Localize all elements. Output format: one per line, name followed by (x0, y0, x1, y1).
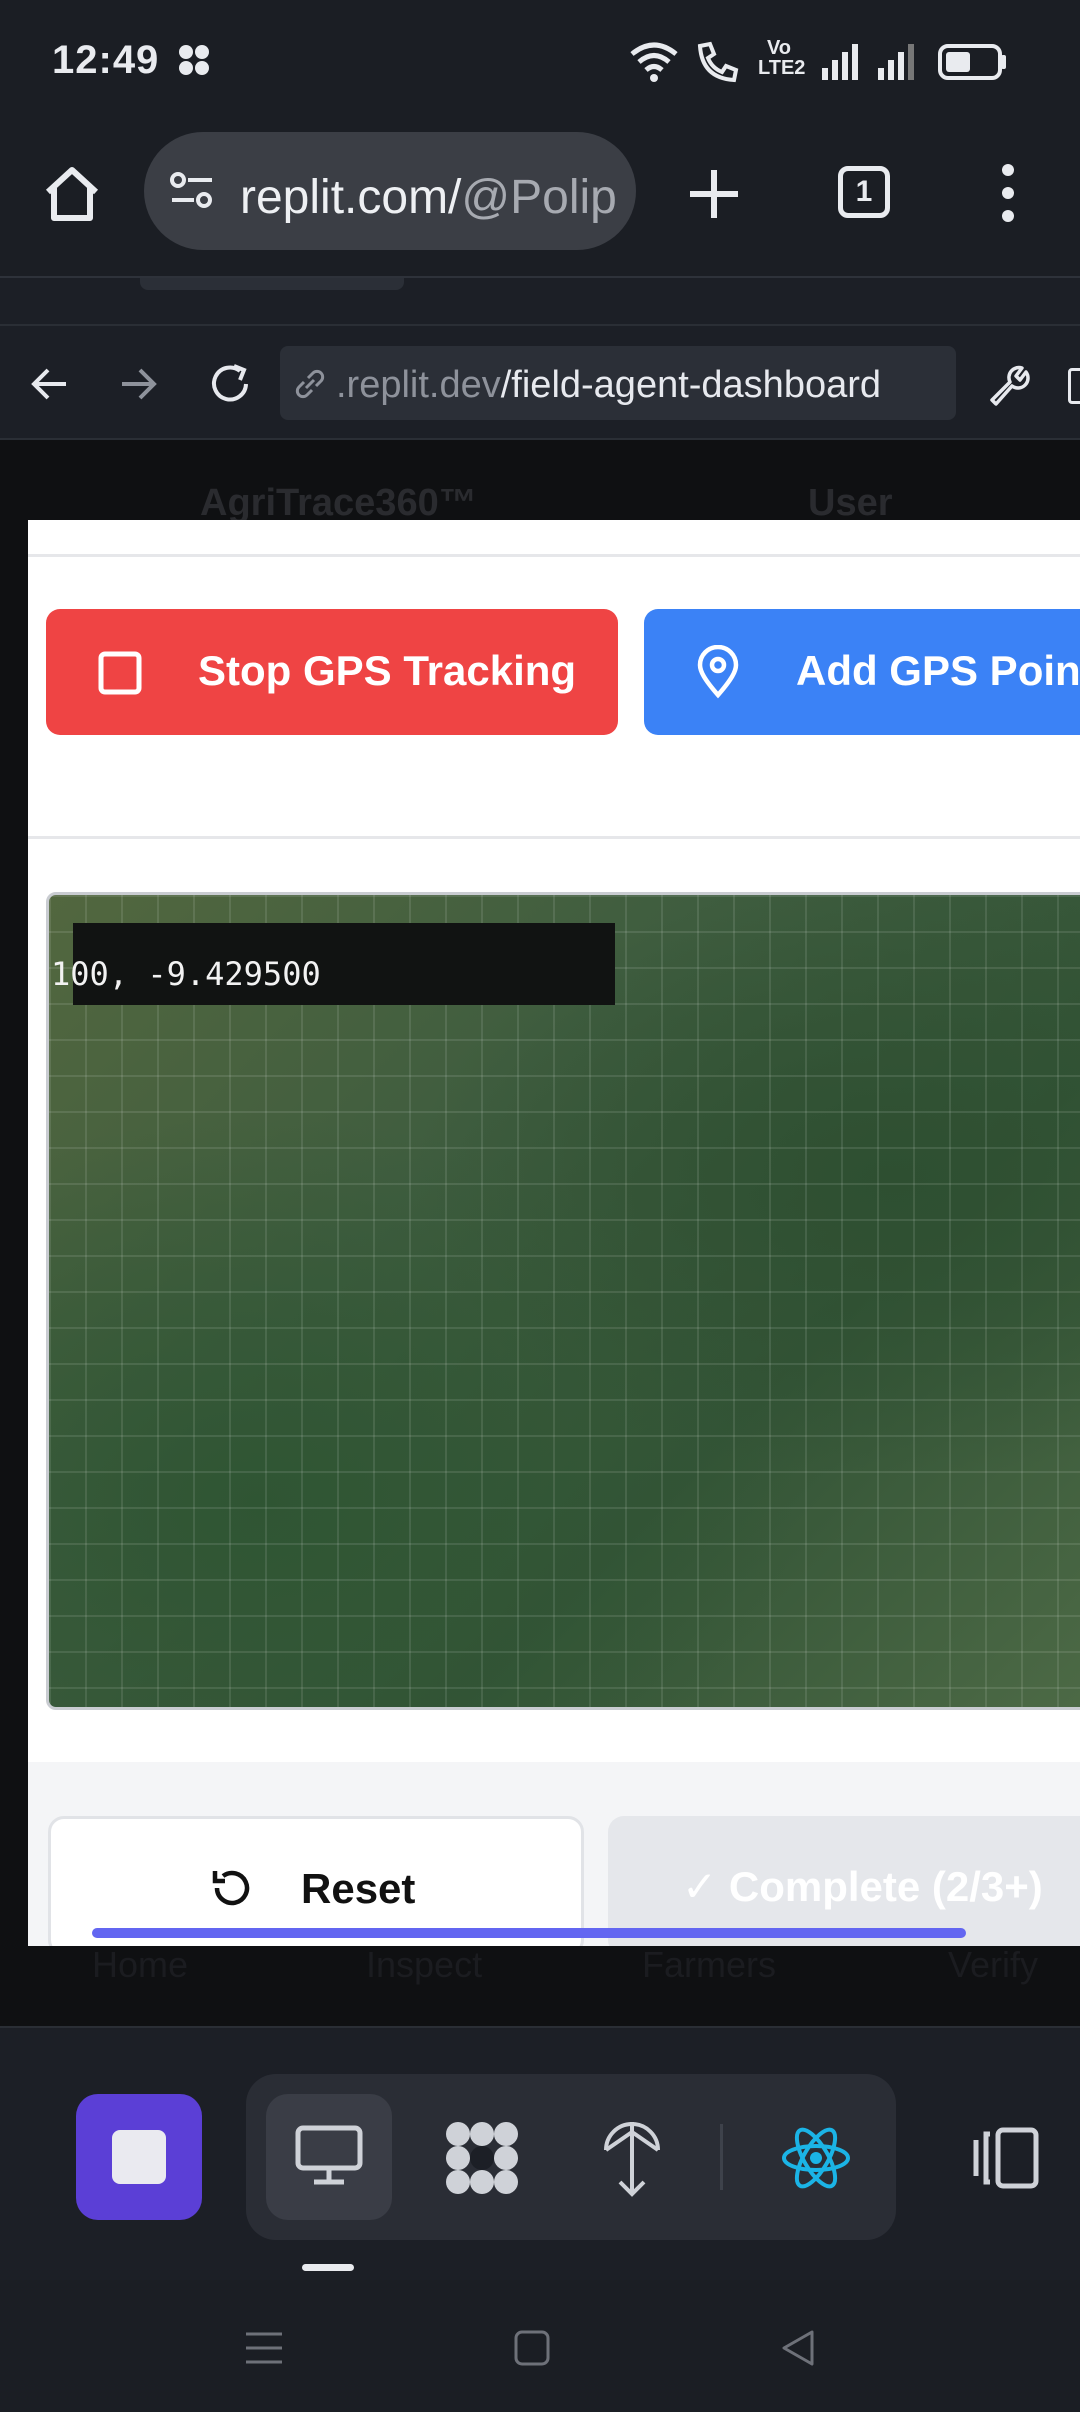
address-text: replit.com/@Polip (240, 170, 620, 225)
divider-top (28, 554, 1080, 557)
deploy-icon[interactable] (602, 2118, 662, 2198)
add-gps-point-button[interactable]: Add GPS Point (644, 609, 1080, 735)
nav-farmers: Farmers (642, 1944, 776, 1985)
gps-tracking-modal: Stop GPS Tracking Add GPS Point 100, -9.… (28, 520, 1080, 1946)
stop-gps-tracking-button[interactable]: Stop GPS Tracking (46, 609, 618, 735)
layout-icon[interactable] (964, 2126, 1040, 2190)
stop-gps-label: Stop GPS Tracking (198, 647, 577, 694)
wrench-icon[interactable] (984, 360, 1032, 408)
menu-icon[interactable] (996, 160, 1020, 226)
dock-tools (246, 2074, 896, 2240)
dock-divider (720, 2124, 723, 2190)
dock-indicator (302, 2264, 354, 2271)
monitor-icon (295, 2125, 363, 2185)
preview-tab[interactable] (266, 2094, 392, 2220)
user-label: User (808, 482, 893, 524)
home-icon[interactable] (40, 162, 104, 226)
home-button-icon[interactable] (514, 2330, 550, 2366)
system-back-icon[interactable] (778, 2328, 818, 2368)
square-stop-icon (98, 651, 142, 695)
plus-icon[interactable] (686, 166, 742, 222)
battery-icon (938, 44, 1006, 80)
link-icon (295, 369, 325, 399)
status-bar: 12:49 Vo LTE2 (0, 0, 1080, 120)
workflow-icon[interactable] (442, 2118, 522, 2198)
webview-toolbar: .replit.dev/field-agent-dashboard (0, 324, 1080, 440)
stop-icon (112, 2130, 166, 2184)
app-notification-icon (179, 45, 209, 75)
active-tab[interactable] (140, 278, 404, 290)
divider-middle (28, 836, 1080, 839)
url-path: /field-agent-dashboard (500, 364, 882, 406)
omnibox[interactable]: replit.com/@Polip (144, 132, 636, 250)
wifi-icon (630, 42, 678, 82)
url-domain: .replit.dev (336, 364, 501, 406)
brand-name: AgriTrace360™ (200, 482, 477, 524)
webview-url: .replit.dev/field-agent-dashboard (336, 364, 881, 407)
stop-run-button[interactable] (76, 2094, 202, 2220)
gps-map[interactable]: 100, -9.429500 (46, 892, 1080, 1710)
recent-apps-icon[interactable] (244, 2330, 284, 2366)
nav-verify: Verify (948, 1944, 1039, 1985)
complete-label: ✓ Complete (2/3+) (682, 1863, 1043, 1910)
coordinate-readout: 100, -9.429500 (51, 955, 321, 993)
nav-home: Home (92, 1944, 189, 1985)
react-icon[interactable] (780, 2122, 852, 2194)
browser-toolbar: replit.com/@Polip 1 (0, 120, 1080, 280)
address-path: @Polip (461, 171, 617, 224)
add-gps-label: Add GPS Point (796, 647, 1080, 694)
webview-url-input[interactable]: .replit.dev/field-agent-dashboard (280, 346, 956, 420)
back-icon[interactable] (30, 364, 70, 404)
clock: 12:49 (52, 38, 160, 82)
reset-label: Reset (301, 1865, 416, 1912)
horizontal-scrollbar[interactable] (92, 1928, 966, 1938)
complete-button[interactable]: ✓ Complete (2/3+) (608, 1816, 1080, 1946)
reload-icon[interactable] (206, 360, 254, 408)
forward-icon[interactable] (118, 364, 158, 404)
tab-switcher-button[interactable]: 1 (838, 166, 890, 218)
network-type-label: Vo LTE2 (758, 37, 806, 79)
call-icon (697, 41, 739, 83)
address-host: replit.com/ (240, 171, 462, 224)
signal-icon (822, 44, 858, 80)
modal-footer: Reset ✓ Complete (2/3+) (28, 1762, 1080, 1946)
system-nav-bar (0, 2280, 1080, 2412)
map-pin-icon (697, 645, 739, 699)
window-icon[interactable] (1068, 368, 1080, 404)
replit-dock (0, 2026, 1080, 2280)
signal-icon-2 (878, 44, 914, 80)
reset-icon (212, 1870, 250, 1906)
tune-icon[interactable] (168, 170, 216, 212)
reset-button[interactable]: Reset (48, 1816, 584, 1946)
replit-tab-strip (0, 276, 1080, 324)
nav-inspect: Inspect (366, 1944, 483, 1985)
